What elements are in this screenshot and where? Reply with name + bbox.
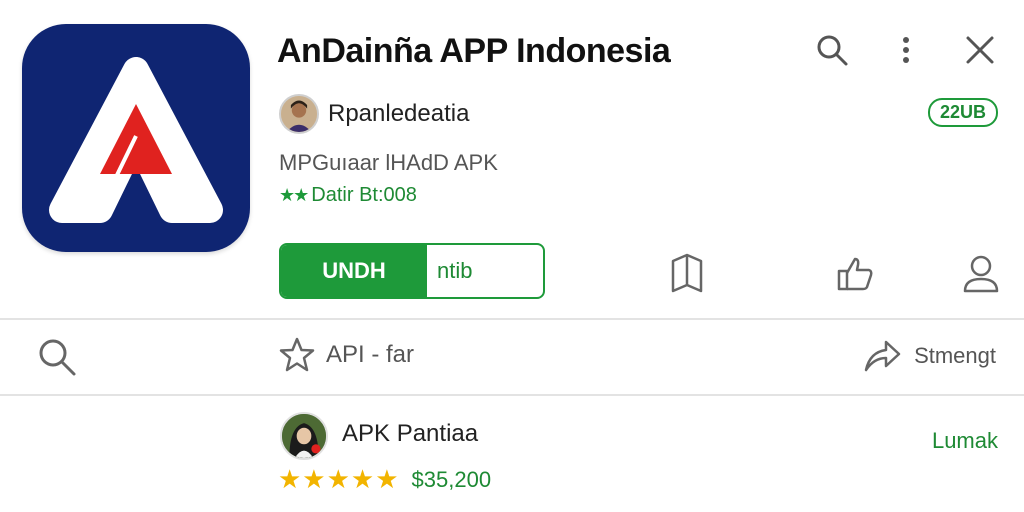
app-rating: ★★ Datir Bt:008	[279, 184, 417, 207]
list-item-rating: ★★★★★ $35,200	[278, 464, 491, 495]
app-title: AnDainña APP Indonesia	[277, 32, 671, 70]
bookmark-icon[interactable]	[662, 248, 712, 298]
developer-name: Rpanledeatia	[328, 100, 470, 127]
search-row: API - far Stmengt	[0, 320, 1024, 394]
top-toolbar	[812, 30, 1000, 70]
thumb-like-icon[interactable]	[830, 248, 880, 298]
search-icon[interactable]	[36, 336, 78, 383]
list-item-count: $35,200	[411, 466, 492, 492]
close-icon[interactable]	[960, 30, 1000, 70]
api-filter-label: API - far	[326, 341, 415, 368]
search-icon[interactable]	[812, 30, 852, 70]
more-vert-icon[interactable]	[886, 30, 926, 70]
install-button[interactable]: UNDH ntib	[279, 243, 545, 299]
app-logo-icon	[49, 57, 223, 223]
rating-text: Datir Bt:008	[311, 184, 417, 206]
rating-stars-icon: ★★	[279, 185, 309, 205]
rating-stars-icon: ★★★★★	[278, 464, 400, 494]
developer-row[interactable]: Rpanledeatia	[279, 94, 469, 134]
install-secondary-label[interactable]: ntib	[427, 245, 543, 297]
share-button[interactable]: Stmengt	[862, 338, 996, 374]
list-item-link[interactable]: Lumak	[932, 428, 998, 454]
share-arrow-icon	[864, 340, 901, 372]
star-outline-icon	[279, 337, 315, 372]
api-filter[interactable]: API - far	[278, 336, 414, 374]
install-primary-label[interactable]: UNDH	[281, 245, 427, 297]
share-label: Stmengt	[914, 343, 996, 368]
developer-avatar	[279, 94, 319, 134]
app-meta: MPGuıaar lHAdD APK	[279, 150, 498, 175]
size-badge: 22UB	[927, 98, 998, 127]
list-item-title: APK Pantiaa	[342, 420, 479, 447]
app-icon	[22, 24, 250, 252]
list-item-avatar	[280, 412, 328, 460]
list-item[interactable]: APK Pantiaa Lumak ★★★★★ $35,200	[0, 398, 1024, 508]
divider	[0, 394, 1024, 396]
user-icon[interactable]	[956, 248, 1006, 298]
